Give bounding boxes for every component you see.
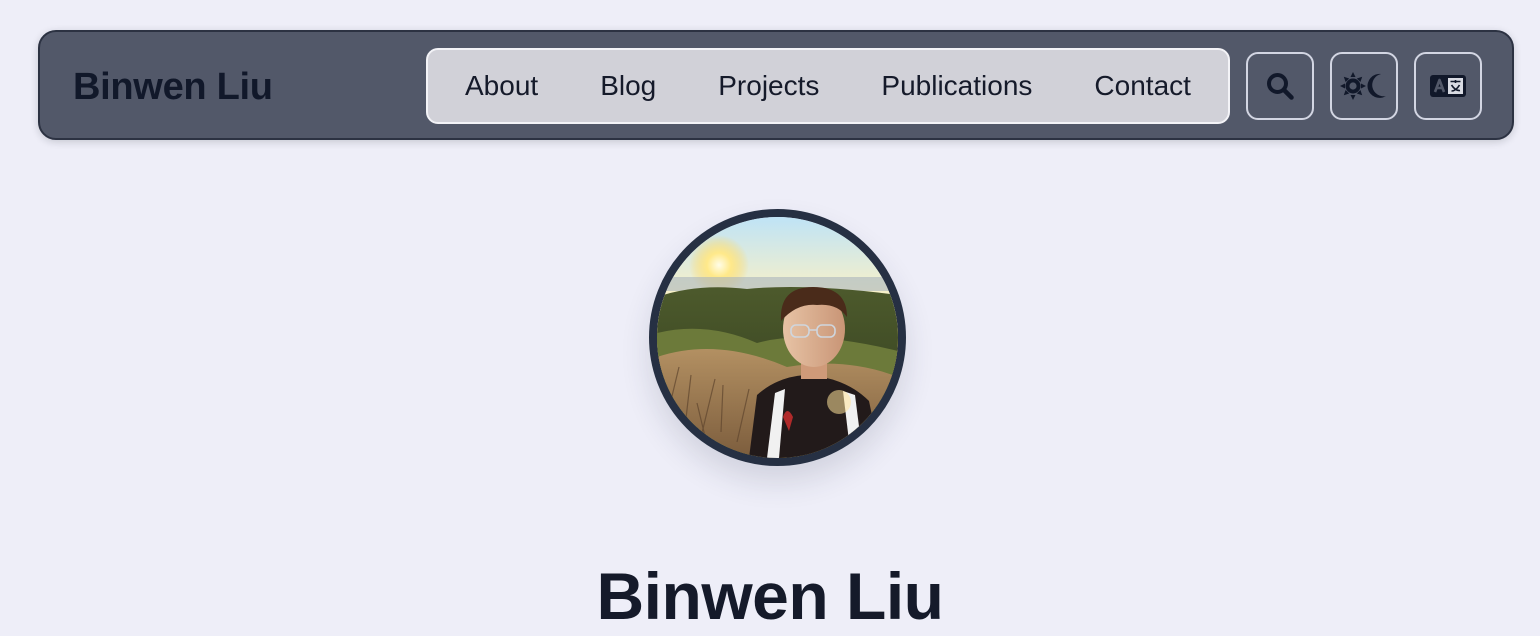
translate-icon [1430,75,1466,97]
theme-toggle-button[interactable] [1330,52,1398,120]
hero-name: Binwen Liu [596,559,944,634]
navbar: Binwen Liu About Blog Projects Publicati… [38,30,1514,140]
search-button[interactable] [1246,52,1314,120]
nav-link-publications[interactable]: Publications [871,62,1042,110]
nav-link-contact[interactable]: Contact [1084,62,1201,110]
nav-link-projects[interactable]: Projects [708,62,829,110]
site-brand[interactable]: Binwen Liu [73,65,273,109]
nav-link-blog[interactable]: Blog [590,62,666,110]
nav-link-about[interactable]: About [455,62,548,110]
language-toggle-button[interactable] [1414,52,1482,120]
profile-photo [657,217,898,458]
profile-avatar [649,209,906,466]
sun-moon-icon [1340,72,1386,100]
nav-links: About Blog Projects Publications Contact [426,48,1230,124]
search-icon [1267,73,1294,100]
